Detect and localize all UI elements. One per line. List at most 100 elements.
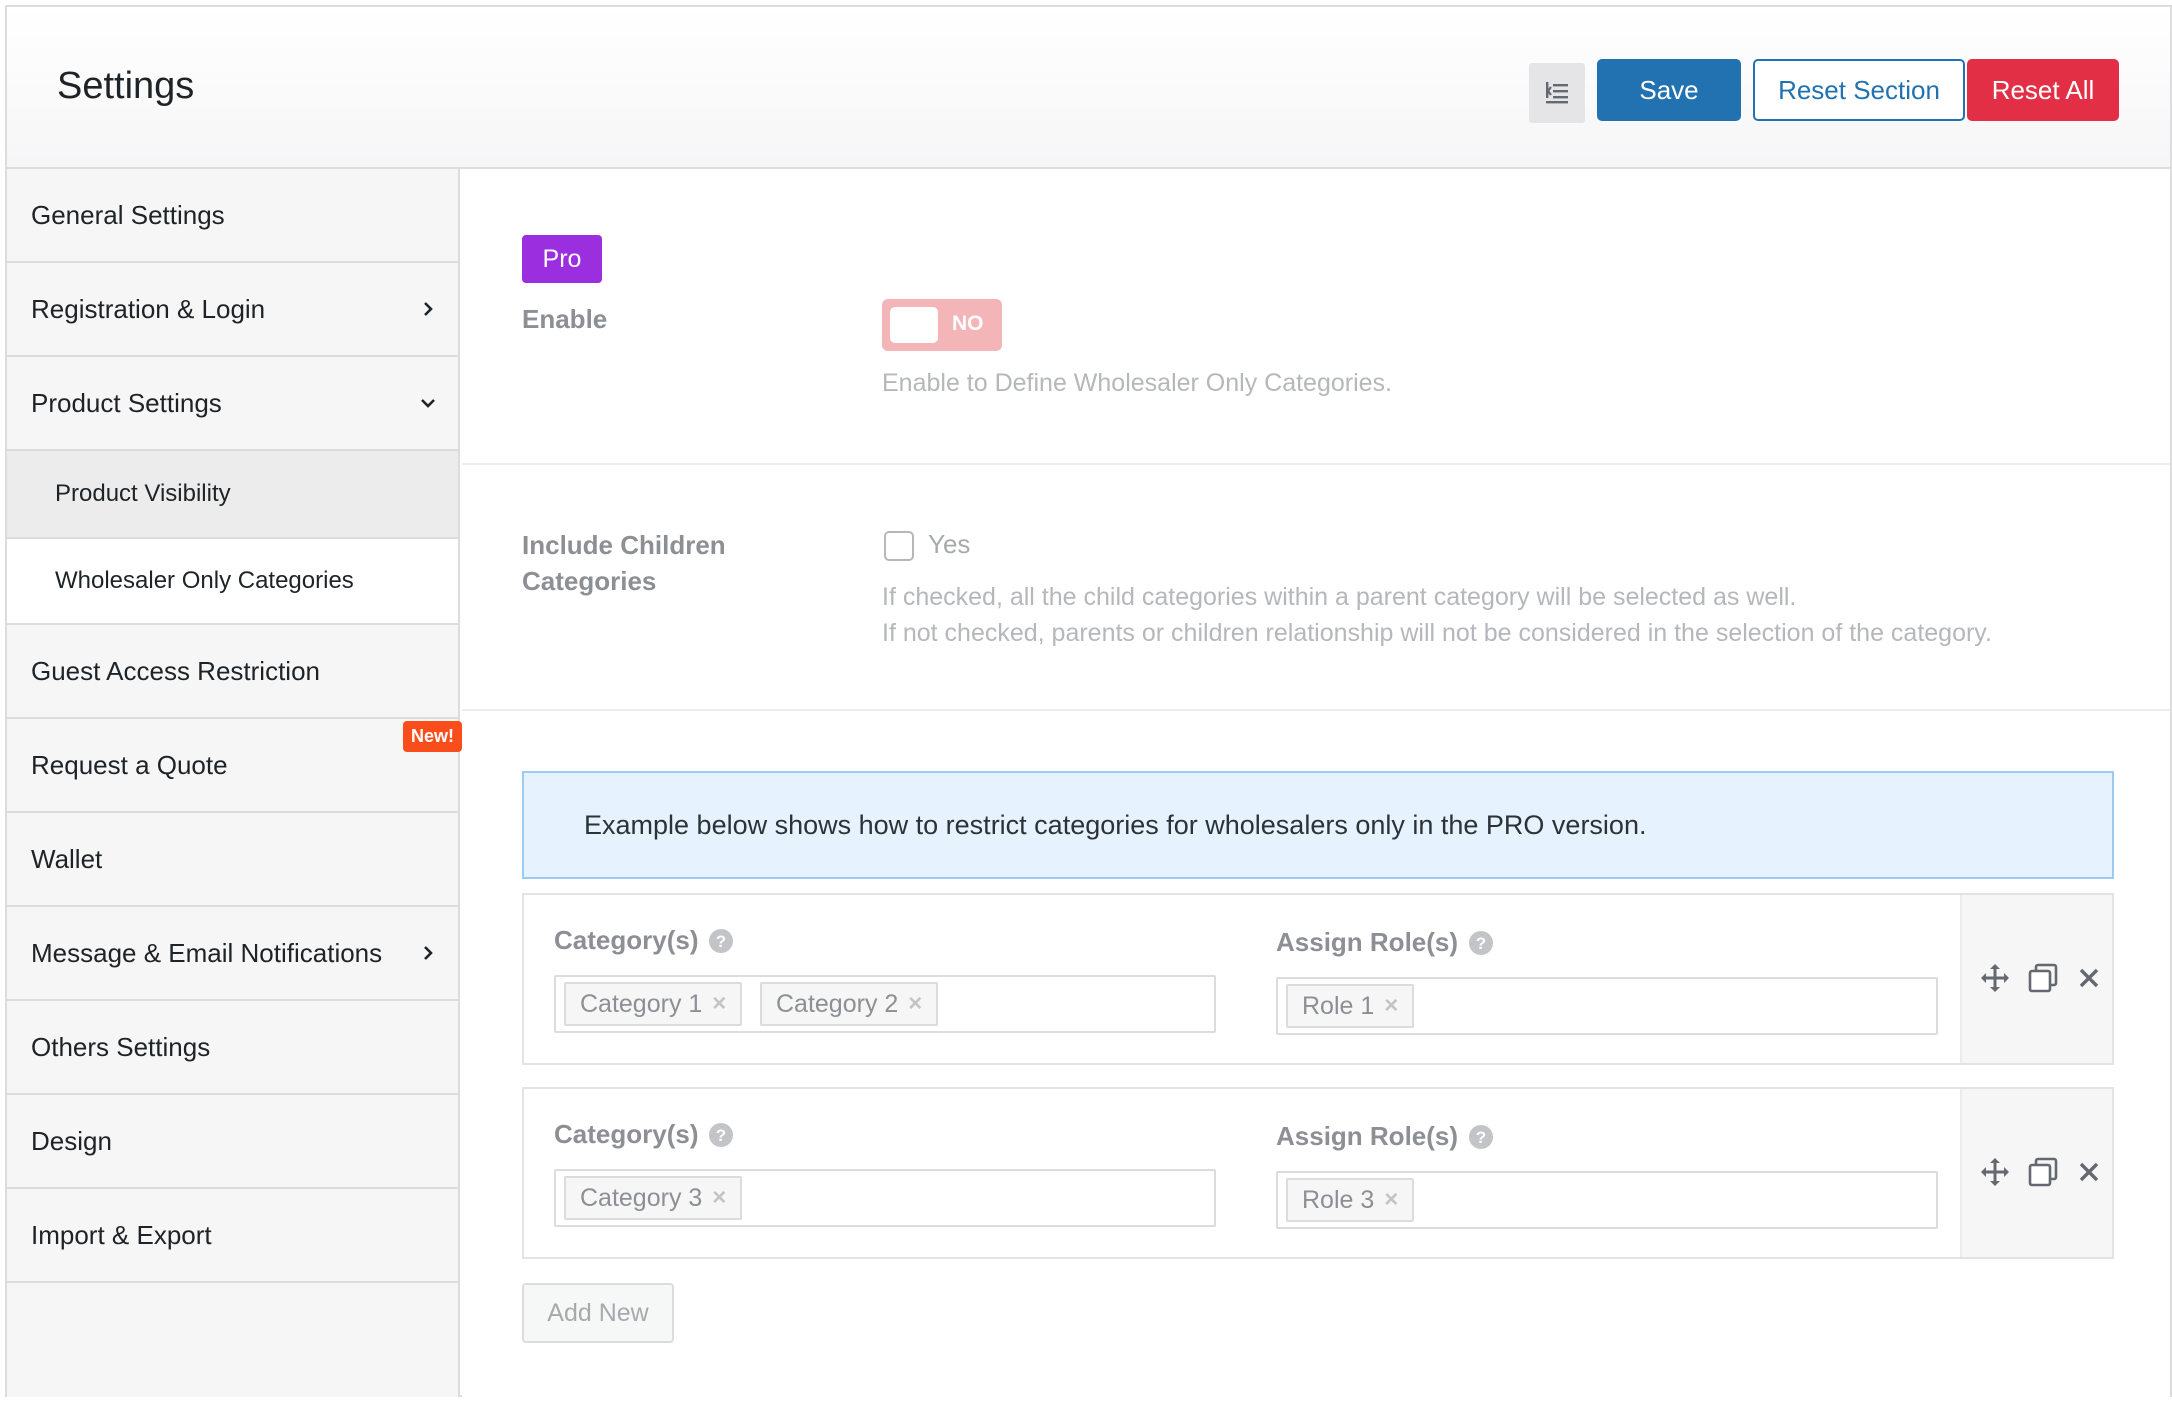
duplicate-icon[interactable] (2026, 1155, 2060, 1189)
sidebar-item-import-export[interactable]: Import & Export (7, 1189, 458, 1283)
collapse-menu-icon (1546, 82, 1568, 104)
pro-example-notice: Example below shows how to restrict cate… (522, 771, 2114, 879)
rule-actions (1960, 895, 2112, 1063)
category-label: Category(s) ? (554, 1119, 734, 1150)
new-badge: New! (403, 721, 463, 752)
sidebar-item-wholesaler-only-categories[interactable]: Wholesaler Only Categories (7, 539, 458, 625)
rule-actions (1960, 1089, 2112, 1257)
role-select[interactable]: Role 1 × (1276, 977, 1938, 1035)
pro-badge: Pro (522, 235, 602, 283)
assign-role-label: Assign Role(s) ? (1276, 1121, 1494, 1152)
sidebar-item-label: Guest Access Restriction (31, 655, 320, 686)
add-new-button[interactable]: Add New (522, 1283, 674, 1343)
help-icon[interactable]: ? (708, 1122, 734, 1148)
chip-label: Role 3 (1302, 1185, 1375, 1214)
sidebar-item-request-a-quote[interactable]: Request a Quote New! (7, 719, 463, 813)
sidebar-item-label: Wholesaler Only Categories (55, 567, 354, 594)
collapse-menu-button[interactable] (1529, 63, 1585, 123)
section-divider (462, 463, 2170, 465)
duplicate-icon[interactable] (2026, 961, 2060, 995)
sidebar-item-label: Import & Export (31, 1219, 212, 1250)
role-select[interactable]: Role 3 × (1276, 1171, 1938, 1229)
help-icon[interactable]: ? (1468, 930, 1494, 956)
help-icon[interactable]: ? (1468, 1124, 1494, 1150)
svg-text:?: ? (716, 1126, 726, 1145)
include-children-help-line2: If not checked, parents or children rela… (882, 619, 1992, 647)
section-divider (462, 709, 2170, 711)
move-icon[interactable] (1978, 961, 2012, 995)
sidebar-item-message-email-notifications[interactable]: Message & Email Notifications (7, 907, 458, 1001)
category-label-text: Category(s) (554, 1119, 699, 1149)
sidebar-item-label: Wallet (31, 843, 103, 874)
include-children-checkbox-label: Yes (928, 529, 971, 559)
chevron-right-icon (424, 946, 433, 960)
enable-help-text: Enable to Define Wholesaler Only Categor… (882, 369, 1392, 397)
sidebar-item-label: Product Visibility (55, 480, 231, 507)
remove-chip-icon[interactable]: × (712, 990, 726, 1018)
sidebar-item-guest-access-restriction[interactable]: Guest Access Restriction (7, 625, 458, 719)
reset-all-button[interactable]: Reset All (1967, 59, 2119, 121)
category-select[interactable]: Category 1 × Category 2 × (554, 975, 1216, 1033)
enable-toggle[interactable]: NO (882, 299, 1002, 351)
sidebar-item-label: Request a Quote (31, 749, 228, 780)
main-content: Pro Enable NO Enable to Define Wholesale… (462, 169, 2170, 1397)
chip-label: Role 1 (1302, 991, 1375, 1020)
remove-chip-icon[interactable]: × (1384, 992, 1398, 1020)
sidebar-item-label: Registration & Login (31, 293, 266, 324)
toggle-state-text: NO (952, 312, 984, 335)
svg-text:?: ? (1476, 1128, 1486, 1147)
enable-label: Enable (522, 304, 608, 334)
sidebar-item-wallet[interactable]: Wallet (7, 813, 458, 907)
page-title: Settings (57, 65, 195, 107)
header: Settings Save Reset Section Reset All (7, 7, 2170, 169)
svg-text:?: ? (1476, 934, 1486, 953)
chip-label: Category 1 (580, 989, 703, 1018)
remove-chip-icon[interactable]: × (712, 1184, 726, 1212)
settings-panel: Settings Save Reset Section Reset All Ge… (5, 5, 2172, 1397)
role-chip: Role 1 × (1286, 984, 1415, 1028)
sidebar-item-design[interactable]: Design (7, 1095, 458, 1189)
svg-text:?: ? (716, 932, 726, 951)
chevron-right-icon (424, 302, 433, 316)
assign-role-label-text: Assign Role(s) (1276, 1121, 1459, 1151)
reset-section-button[interactable]: Reset Section (1753, 59, 1965, 121)
category-label: Category(s) ? (554, 925, 734, 956)
assign-role-label: Assign Role(s) ? (1276, 927, 1494, 958)
delete-icon[interactable] (2072, 961, 2106, 995)
sidebar-item-label: General Settings (31, 199, 225, 230)
sidebar-item-registration-login[interactable]: Registration & Login (7, 263, 458, 357)
save-button[interactable]: Save (1597, 59, 1741, 121)
chip-label: Category 3 (580, 1183, 703, 1212)
category-label-text: Category(s) (554, 925, 699, 955)
category-chip: Category 1 × (564, 982, 743, 1026)
include-children-help-line1: If checked, all the child categories wit… (882, 583, 1797, 611)
sidebar-item-label: Product Settings (31, 387, 222, 418)
sidebar-item-product-visibility[interactable]: Product Visibility (7, 451, 458, 539)
sidebar-item-label: Design (31, 1125, 112, 1156)
category-chip: Category 3 × (564, 1176, 743, 1220)
sidebar-item-product-settings[interactable]: Product Settings (7, 357, 458, 451)
chevron-down-icon (421, 399, 435, 408)
include-children-checkbox[interactable] (884, 531, 914, 561)
sidebar-item-others-settings[interactable]: Others Settings (7, 1001, 458, 1095)
include-children-label-line2: Categories (522, 566, 657, 596)
rule-row: Category(s) ? Category 3 × Assign Role(s… (522, 1087, 2114, 1259)
include-children-label-line1: Include Children (522, 530, 726, 560)
category-chip: Category 2 × (760, 982, 939, 1026)
delete-icon[interactable] (2072, 1155, 2106, 1189)
assign-role-label-text: Assign Role(s) (1276, 927, 1459, 957)
sidebar: General Settings Registration & Login Pr… (7, 169, 463, 1397)
sidebar-item-label: Message & Email Notifications (31, 937, 383, 968)
rule-row: Category(s) ? Category 1 × Category 2 × … (522, 893, 2114, 1065)
category-select[interactable]: Category 3 × (554, 1169, 1216, 1227)
sidebar-item-label: Others Settings (31, 1031, 211, 1062)
sidebar-item-general-settings[interactable]: General Settings (7, 169, 458, 263)
move-icon[interactable] (1978, 1155, 2012, 1189)
help-icon[interactable]: ? (708, 928, 734, 954)
remove-chip-icon[interactable]: × (1384, 1186, 1398, 1214)
chip-label: Category 2 (776, 989, 899, 1018)
role-chip: Role 3 × (1286, 1178, 1415, 1222)
toggle-knob (890, 307, 938, 343)
notice-text: Example below shows how to restrict cate… (584, 809, 1647, 840)
remove-chip-icon[interactable]: × (908, 990, 922, 1018)
